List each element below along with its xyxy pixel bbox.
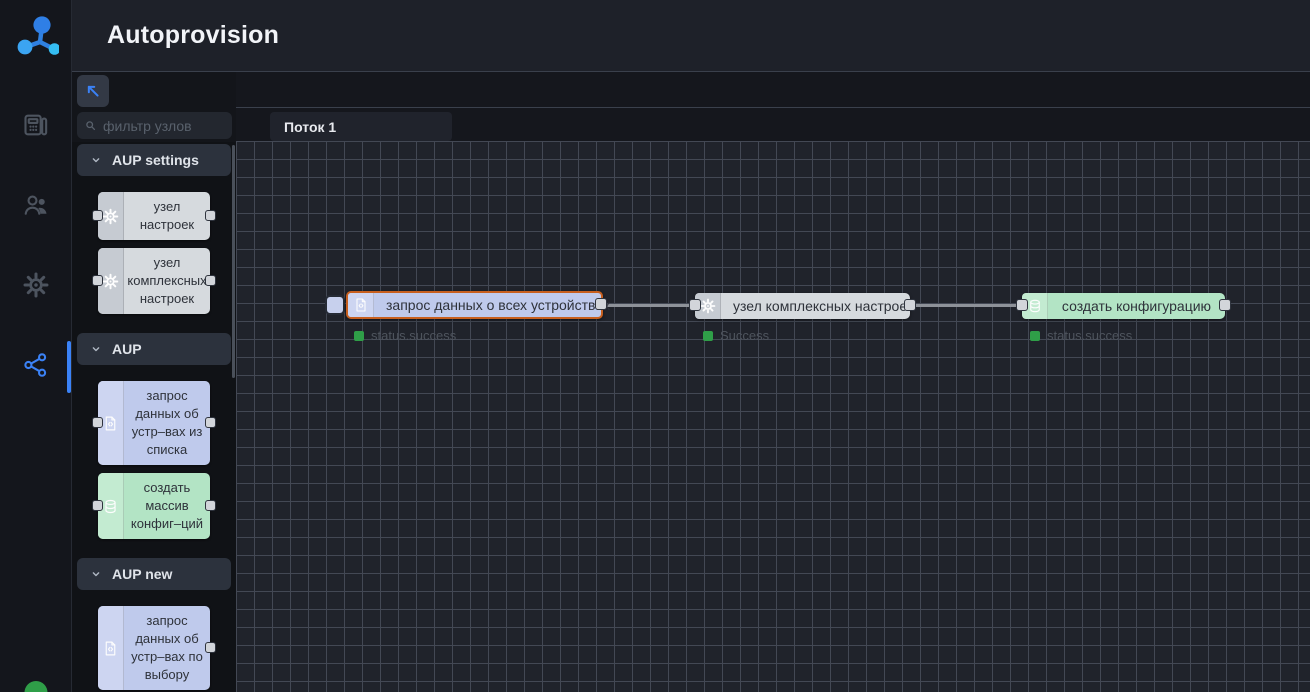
share-icon [22, 351, 50, 384]
canvas-toolbar-strip [236, 72, 1310, 108]
flow-node-wrap: узел комплексных настроек Success [695, 293, 910, 343]
output-port[interactable] [205, 417, 216, 428]
cursor-select-tool-button[interactable] [77, 75, 109, 107]
status-text: status.success [1047, 328, 1132, 343]
palette-section-items: запрос данных об устр–вах по выбору [72, 590, 236, 692]
palette-section-header[interactable]: AUP settings [77, 144, 231, 176]
palette-toolbar [72, 72, 236, 109]
input-port[interactable] [92, 275, 103, 286]
output-port[interactable] [205, 642, 216, 653]
palette-section: AUP settings узел настроек узел комплекс… [72, 144, 236, 333]
palette-node[interactable]: создать массив конфиг–ций [98, 473, 210, 539]
rail-item-phone[interactable] [0, 87, 71, 167]
palette-section-header[interactable]: AUP new [77, 558, 231, 590]
node-select-checkbox[interactable] [325, 295, 345, 315]
flow-node-wrap: создать конфигурацию status.success [1022, 293, 1225, 343]
output-port[interactable] [1219, 299, 1231, 311]
flow-node[interactable]: создать конфигурацию [1022, 293, 1225, 319]
rail-item-users[interactable] [0, 167, 71, 247]
palette-section: AUP new запрос данных об устр–вах по выб… [72, 558, 236, 692]
workbench: AUP settings узел настроек узел комплекс… [72, 72, 1310, 692]
cursor-select-icon [83, 81, 103, 101]
input-port[interactable] [1016, 299, 1028, 311]
output-port[interactable] [205, 275, 216, 286]
chevron-down-icon [89, 342, 103, 356]
flow-tab[interactable]: Поток 1 [270, 112, 452, 141]
palette-section-label: AUP new [112, 566, 172, 582]
app-window: Autoprovision [0, 0, 1310, 692]
flow-node-status: status.success [1030, 328, 1225, 343]
file-code-icon [98, 606, 124, 690]
palette-filter-row [72, 109, 236, 142]
settings-icon [22, 271, 50, 304]
input-port[interactable] [689, 299, 701, 311]
users-icon [22, 191, 50, 224]
palette-section-items: узел настроек узел комплексных настроек [72, 176, 236, 333]
status-text: Success [720, 328, 769, 343]
page-title: Autoprovision [72, 21, 279, 50]
app-logo-icon [13, 13, 59, 59]
search-icon [84, 119, 97, 132]
user-status-avatar[interactable] [24, 681, 47, 692]
input-port[interactable] [92, 210, 103, 221]
flow-canvas[interactable]: запрос данных о всех устройствах status.… [236, 141, 1310, 692]
node-palette: AUP settings узел настроек узел комплекс… [72, 72, 236, 692]
palette-node-label: узел комплексных настроек [124, 248, 210, 314]
flow-node-label: создать конфигурацию [1048, 293, 1225, 319]
palette-section-label: AUP settings [112, 152, 199, 168]
palette-node-label: создать массив конфиг–ций [124, 473, 210, 539]
rail-item-settings[interactable] [0, 247, 71, 327]
chevron-down-icon [89, 567, 103, 581]
flow-node-label: запрос данных о всех устройствах [374, 293, 622, 317]
status-dot [1030, 331, 1040, 341]
status-dot [703, 331, 713, 341]
output-port[interactable] [595, 298, 607, 310]
status-dot [354, 331, 364, 341]
flow-node-label: узел комплексных настроек [721, 293, 925, 319]
palette-node[interactable]: узел комплексных настроек [98, 248, 210, 314]
rail-item-share[interactable] [0, 327, 71, 407]
palette-section-items: запрос данных об устр–вах из списка созд… [72, 365, 236, 558]
canvas-area: Поток 1 запрос данных о всех устройствах… [236, 72, 1310, 692]
node-filter-input[interactable] [77, 112, 232, 139]
flow-node-status: status.success [354, 328, 603, 343]
flow-tab-bar: Поток 1 [236, 108, 1310, 141]
flow-node-status: Success [703, 328, 910, 343]
flow-node[interactable]: запрос данных о всех устройствах [346, 291, 603, 319]
palette-node[interactable]: запрос данных об устр–вах из списка [98, 381, 210, 465]
phone-icon [22, 111, 50, 144]
palette-section-label: AUP [112, 341, 142, 357]
palette-node[interactable]: запрос данных об устр–вах по выбору [98, 606, 210, 690]
output-port[interactable] [205, 210, 216, 221]
palette-node-label: запрос данных об устр–вах из списка [124, 381, 210, 465]
palette-node-label: запрос данных об устр–вах по выбору [124, 606, 210, 690]
flow-node[interactable]: узел комплексных настроек [695, 293, 910, 319]
chevron-down-icon [89, 153, 103, 167]
palette-node-list: AUP settings узел настроек узел комплекс… [72, 142, 236, 692]
main-column: Autoprovision [72, 0, 1310, 692]
icon-rail [0, 0, 72, 692]
status-text: status.success [371, 328, 456, 343]
palette-section: AUP запрос данных об устр–вах из списка … [72, 333, 236, 558]
palette-node-label: узел настроек [124, 192, 210, 240]
input-port[interactable] [92, 500, 103, 511]
header: Autoprovision [72, 0, 1310, 72]
rail-nav [0, 87, 71, 407]
flow-wire[interactable] [908, 304, 1026, 307]
palette-node[interactable]: узел настроек [98, 192, 210, 240]
flow-node-wrap: запрос данных о всех устройствах status.… [346, 291, 603, 343]
file-code-icon [348, 293, 374, 317]
input-port[interactable] [92, 417, 103, 428]
palette-section-header[interactable]: AUP [77, 333, 231, 365]
output-port[interactable] [205, 500, 216, 511]
palette-scrollbar[interactable] [232, 145, 235, 378]
output-port[interactable] [904, 299, 916, 311]
